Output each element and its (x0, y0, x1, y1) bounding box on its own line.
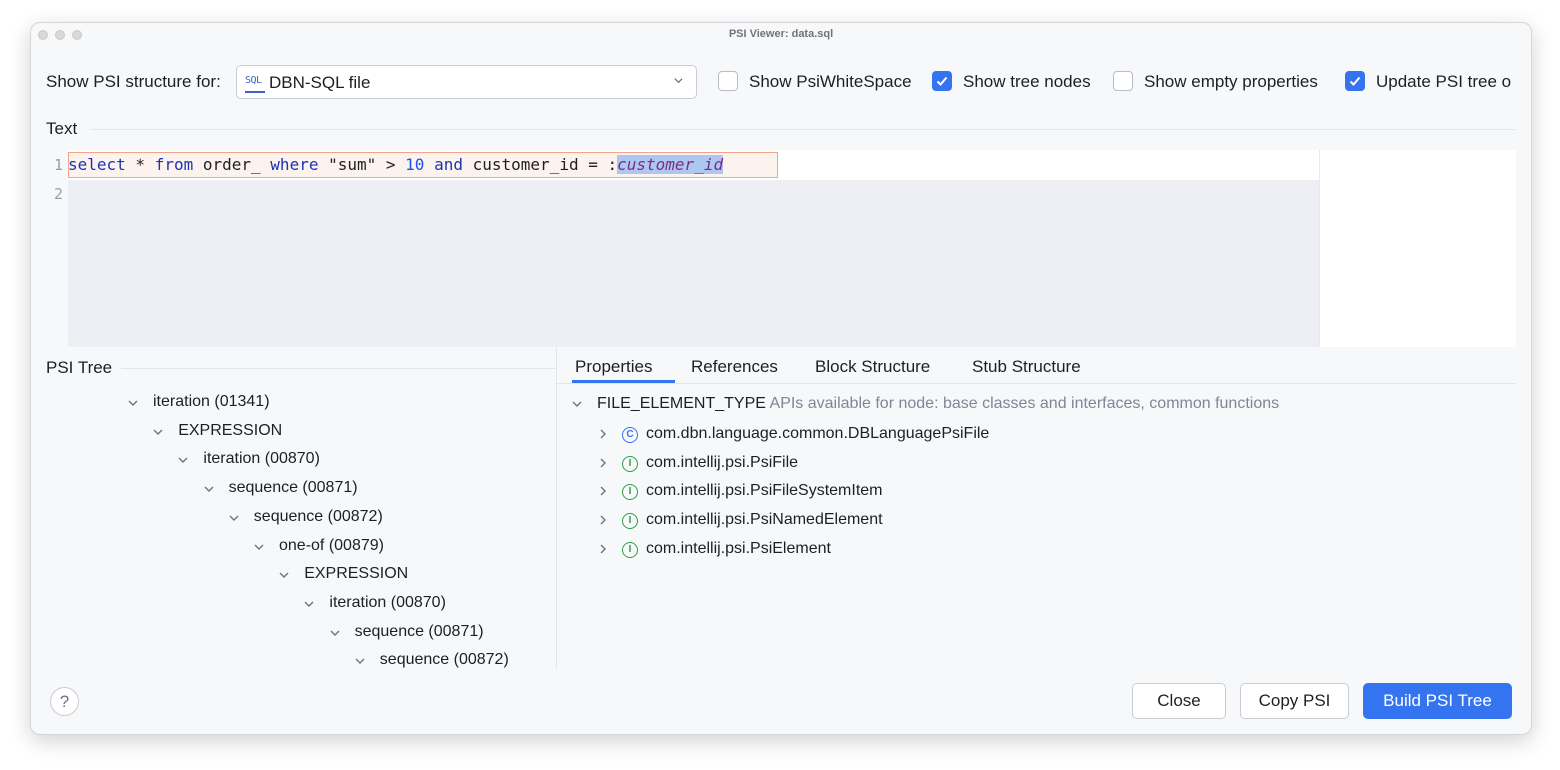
code-text: "sum" > (318, 155, 406, 174)
interface-icon: I (622, 541, 638, 558)
tab-references[interactable]: References (691, 357, 778, 377)
tabs-divider (557, 383, 1516, 384)
line-number: 2 (53, 185, 63, 203)
property-item[interactable]: com.dbn.language.common.DBLanguagePsiFil… (646, 425, 989, 443)
tree-node[interactable]: EXPRESSION (178, 422, 282, 440)
build-psi-tree-button[interactable]: Build PSI Tree (1363, 683, 1512, 719)
show-tree-nodes-checkbox[interactable] (932, 71, 952, 91)
tree-node[interactable]: sequence (00872) (380, 651, 509, 669)
right-margin-guide (1319, 150, 1320, 347)
show-empty-properties-label[interactable]: Show empty properties (1144, 72, 1318, 92)
chevron-right-icon[interactable] (598, 544, 608, 554)
chevron-down-icon[interactable] (178, 455, 188, 465)
line-gutter: 1 2 (46, 150, 68, 347)
tree-node[interactable]: iteration (00870) (329, 594, 446, 612)
keyword: from (154, 155, 194, 174)
chevron-down-icon[interactable] (204, 484, 214, 494)
psi-tree-label: PSI Tree (46, 358, 113, 377)
update-psi-tree-label[interactable]: Update PSI tree o (1376, 72, 1516, 92)
checkmark-icon (1349, 76, 1361, 86)
code-line-1: select * from order_ where "sum" > 10 an… (68, 153, 724, 177)
keyword: where (270, 155, 319, 174)
element-type-description: APIs available for node: base classes an… (769, 395, 1280, 412)
tree-node[interactable]: sequence (00871) (229, 479, 358, 497)
chevron-right-icon[interactable] (598, 486, 608, 496)
title-bar: PSI Viewer: data.sql (31, 23, 1531, 47)
chevron-down-icon[interactable] (153, 427, 163, 437)
element-type-name: FILE_ELEMENT_TYPE (597, 395, 766, 412)
copy-psi-button[interactable]: Copy PSI (1240, 683, 1349, 719)
bind-parameter: customer_id (617, 155, 724, 174)
keyword: select (68, 155, 126, 174)
tree-node[interactable]: iteration (00870) (203, 450, 320, 468)
show-psi-whitespace-checkbox[interactable] (718, 71, 738, 91)
code-text: * (125, 155, 155, 174)
tab-stub-structure[interactable]: Stub Structure (972, 357, 1081, 377)
text-section-label: Text (46, 119, 78, 138)
chevron-down-icon[interactable] (128, 398, 138, 408)
window-title: PSI Viewer: data.sql (728, 28, 834, 40)
chevron-right-icon[interactable] (598, 515, 608, 525)
file-type-combo[interactable]: SQL DBN-SQL file (236, 65, 697, 99)
close-button[interactable]: Close (1132, 683, 1226, 719)
checkmark-icon (936, 76, 948, 86)
class-icon: C (622, 427, 638, 443)
update-psi-tree-checkbox[interactable] (1345, 71, 1365, 91)
interface-icon: I (622, 455, 638, 472)
property-item[interactable]: com.intellij.psi.PsiElement (646, 540, 831, 558)
psi-viewer-dialog: PSI Viewer: data.sql Show PSI structure … (30, 22, 1532, 735)
tree-node[interactable]: sequence (00872) (254, 508, 383, 526)
property-item[interactable]: com.intellij.psi.PsiFileSystemItem (646, 482, 883, 500)
code-text: order_ (193, 155, 271, 174)
property-item[interactable]: com.intellij.psi.PsiFile (646, 454, 798, 472)
chevron-down-icon[interactable] (279, 570, 289, 580)
tree-node[interactable]: EXPRESSION (304, 565, 408, 583)
text-editor[interactable]: 1 2 select * from order_ where "sum" > 1… (46, 150, 1516, 347)
chevron-down-icon[interactable] (355, 656, 365, 666)
tab-block-structure[interactable]: Block Structure (815, 357, 930, 377)
tree-node[interactable]: iteration (01341) (153, 393, 270, 411)
chevron-down-icon[interactable] (229, 513, 239, 523)
interface-icon: I (622, 484, 638, 501)
tree-node[interactable]: one-of (00879) (279, 537, 384, 555)
show-tree-nodes-label[interactable]: Show tree nodes (963, 72, 1091, 92)
property-root[interactable]: FILE_ELEMENT_TYPE APIs available for nod… (597, 395, 1279, 413)
chevron-right-icon[interactable] (598, 429, 608, 439)
interface-icon: I (622, 513, 638, 530)
line-number: 1 (53, 156, 63, 174)
show-psi-whitespace-label[interactable]: Show PsiWhiteSpace (749, 72, 912, 92)
code-text: customer_id = : (462, 155, 618, 174)
tree-node[interactable]: sequence (00871) (355, 623, 484, 641)
chevron-down-icon[interactable] (254, 542, 264, 552)
tab-properties[interactable]: Properties (575, 357, 652, 377)
chevron-down-icon[interactable] (330, 628, 340, 638)
text-section-divider (91, 129, 1516, 130)
psi-tree-divider (121, 368, 556, 369)
show-empty-properties-checkbox[interactable] (1113, 71, 1133, 91)
show-for-label: Show PSI structure for: (46, 72, 221, 91)
help-button[interactable]: ? (50, 687, 79, 716)
keyword: and (434, 155, 463, 174)
property-item[interactable]: com.intellij.psi.PsiNamedElement (646, 511, 883, 529)
chevron-right-icon[interactable] (598, 458, 608, 468)
panel-splitter[interactable] (556, 348, 557, 668)
number-literal: 10 (405, 155, 425, 174)
editor-empty-area (68, 180, 1319, 347)
chevron-down-icon[interactable] (572, 399, 582, 409)
sql-file-icon: SQL (245, 74, 265, 93)
chevron-down-icon[interactable] (304, 599, 314, 609)
file-type-value: DBN-SQL file (269, 73, 371, 92)
chevron-down-icon (674, 78, 683, 84)
